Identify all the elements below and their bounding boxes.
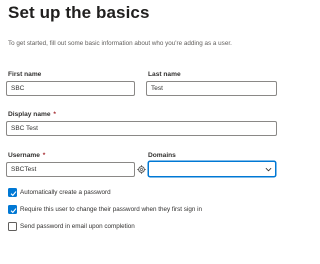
first-name-label: First name — [8, 71, 42, 78]
set-up-basics-page: Set up the basics To get started, fill o… — [0, 0, 299, 264]
auto-create-password-checkbox[interactable] — [8, 188, 17, 197]
page-title: Set up the basics — [8, 3, 150, 22]
last-name-label: Last name — [148, 71, 181, 78]
display-name-label-text: Display name — [8, 111, 51, 118]
last-name-input[interactable] — [146, 81, 277, 96]
auto-create-password-label: Automatically create a password — [20, 189, 111, 196]
send-password-email-checkbox[interactable] — [8, 222, 17, 231]
page-intro: To get started, fill out some basic info… — [8, 40, 232, 47]
username-input[interactable] — [6, 162, 135, 177]
required-marker: * — [53, 111, 56, 118]
username-label-text: Username — [8, 152, 40, 159]
require-password-change-label: Require this user to change their passwo… — [20, 206, 203, 213]
checkmark-icon — [10, 190, 16, 196]
send-password-email-label: Send password in email upon completion — [20, 223, 135, 230]
gear-icon[interactable] — [137, 165, 146, 174]
chevron-down-icon — [265, 167, 272, 172]
checkmark-icon — [10, 207, 16, 213]
display-name-input[interactable] — [6, 121, 277, 136]
require-password-change-checkbox[interactable] — [8, 205, 17, 214]
domains-label: Domains — [148, 152, 176, 159]
display-name-label: Display name * — [8, 111, 56, 118]
username-label: Username * — [8, 152, 45, 159]
domains-dropdown[interactable] — [148, 161, 276, 177]
first-name-input[interactable] — [6, 81, 135, 96]
required-marker: * — [42, 152, 46, 159]
